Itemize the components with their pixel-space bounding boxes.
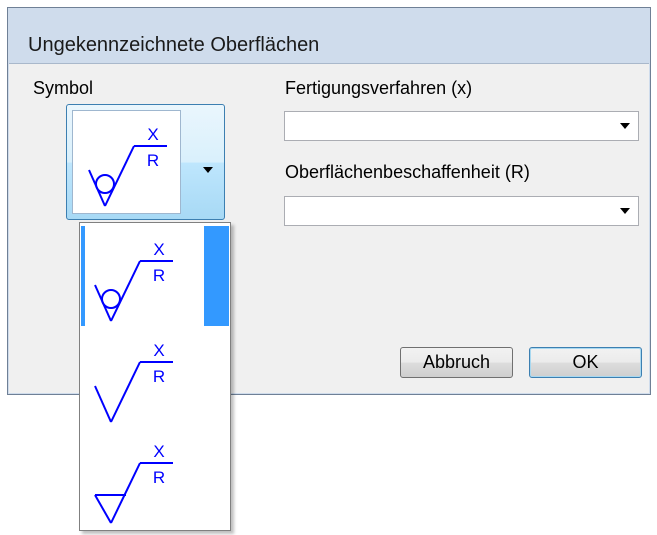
symbol-picker-button[interactable]: X R — [66, 104, 225, 220]
symbol-bottom-letter: R — [147, 151, 159, 170]
option-bottom-letter: R — [153, 468, 165, 487]
manufacturing-process-label: Fertigungsverfahren (x) — [285, 78, 473, 98]
symbol-option-circle[interactable]: X R — [81, 226, 229, 326]
symbol-label: Symbol — [33, 78, 94, 98]
symbol-option-basic[interactable]: X R — [81, 327, 229, 427]
material-removal-prohibited-icon: X R — [88, 125, 167, 207]
option-top-letter: X — [153, 442, 164, 461]
option-bottom-letter: R — [153, 367, 165, 386]
ok-button[interactable]: OK — [529, 347, 642, 378]
option-bottom-letter: R — [153, 266, 165, 285]
chevron-down-icon[interactable] — [620, 123, 630, 129]
surface-finish-label: Oberflächenbeschaffenheit (R) — [285, 162, 530, 182]
symbol-dropdown-list: X R X R X R — [79, 222, 231, 531]
chevron-down-icon[interactable] — [203, 167, 213, 173]
option-top-letter: X — [153, 240, 164, 259]
option-top-letter: X — [153, 341, 164, 360]
dialog-titlebar: Ungekennzeichnete Oberflächen — [8, 8, 650, 64]
selection-highlight — [81, 226, 85, 326]
material-removal-required-icon: X R — [94, 442, 173, 524]
any-process-permitted-icon: X R — [94, 341, 173, 423]
material-removal-prohibited-icon: X R — [94, 240, 173, 322]
chevron-down-icon[interactable] — [620, 208, 630, 214]
symbol-top-letter: X — [147, 125, 158, 144]
surface-finish-combobox[interactable] — [284, 196, 639, 226]
symbol-option-triangle[interactable]: X R — [81, 428, 229, 528]
cancel-button[interactable]: Abbruch — [400, 347, 513, 378]
symbol-preview: X R — [72, 110, 181, 214]
dialog-title: Ungekennzeichnete Oberflächen — [28, 34, 320, 56]
manufacturing-process-combobox[interactable] — [284, 111, 639, 141]
